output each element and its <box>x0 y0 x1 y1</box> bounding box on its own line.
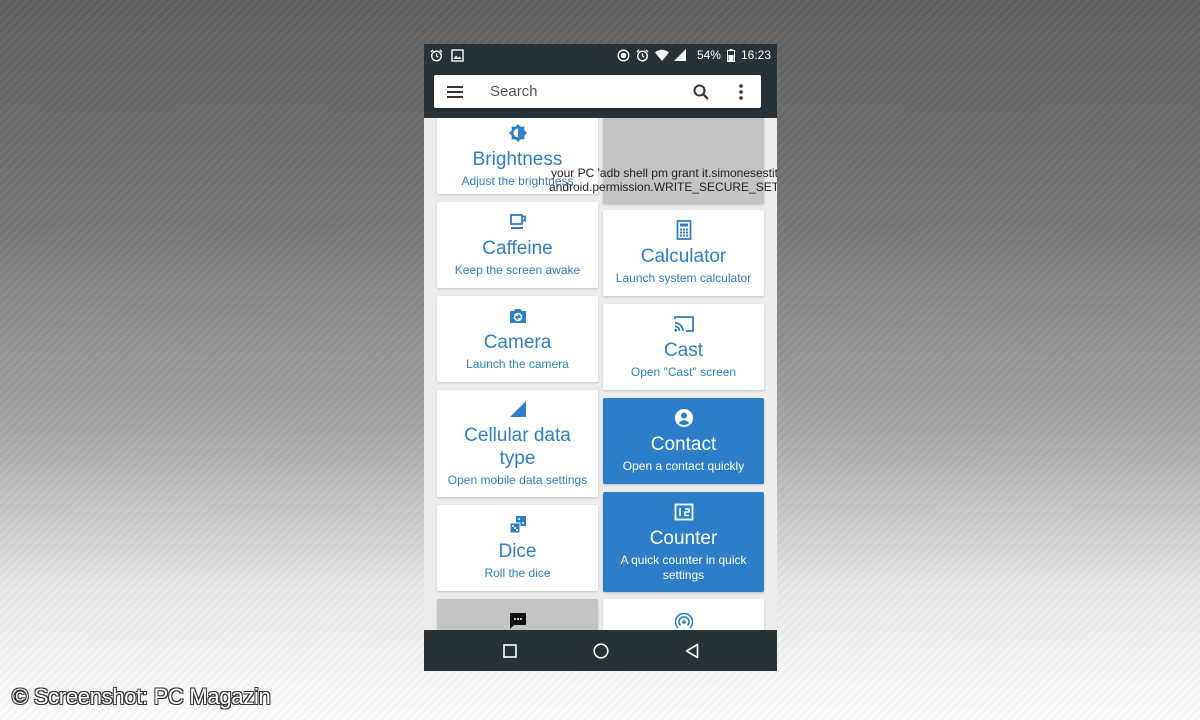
wifi-icon <box>654 49 669 62</box>
tile-message-partial[interactable] <box>437 599 598 630</box>
clock: 16:23 <box>740 48 771 62</box>
tile-permission-required[interactable]: your PC 'adb shell pm grant it.simoneses… <box>549 118 777 204</box>
tile-dice[interactable]: Dice Roll the dice <box>437 505 598 591</box>
tile-subtitle: Open mobile data settings <box>447 473 588 487</box>
phone-screen: 54% 16:23 Search Brightness Adjust the b… <box>424 44 777 671</box>
calculator-icon <box>674 220 694 240</box>
counter-icon <box>674 502 694 522</box>
dice-icon <box>508 515 528 535</box>
search-input[interactable]: Search <box>476 83 681 100</box>
battery-percent: 54% <box>696 48 721 62</box>
image-icon <box>451 48 464 62</box>
tile-subtitle: Open a contact quickly <box>622 459 745 473</box>
tile-title: Counter <box>649 527 718 549</box>
tile-hotspot-partial[interactable] <box>603 599 764 630</box>
tile-title: Dice <box>498 541 537 562</box>
brightness-icon <box>508 123 528 143</box>
tile-subtitle: A quick counter in quick settings <box>620 552 747 582</box>
tile-contact[interactable]: Contact Open a contact quickly <box>603 398 764 484</box>
tiles-grid: Brightness Adjust the brightness Caffein… <box>424 118 777 630</box>
image-credit: © Screenshot: PC Magazin <box>12 684 271 709</box>
tile-subtitle: Launch the camera <box>466 357 569 371</box>
tile-cast[interactable]: Cast Open "Cast" screen <box>603 304 764 390</box>
more-vert-icon[interactable] <box>721 75 761 108</box>
cast-icon <box>673 314 694 334</box>
recents-square-icon[interactable] <box>490 631 530 671</box>
alarm-icon <box>430 49 443 62</box>
hamburger-menu-icon[interactable] <box>434 75 476 108</box>
battery-icon <box>726 48 735 62</box>
signal-triangle-icon <box>508 399 528 419</box>
tile-caffeine[interactable]: Caffeine Keep the screen awake <box>437 202 598 288</box>
coffee-cup-icon <box>508 212 528 232</box>
system-nav-bar <box>424 630 777 671</box>
status-bar: 54% 16:23 <box>424 44 777 66</box>
tile-subtitle: Launch system calculator <box>615 271 752 285</box>
hotspot-icon <box>674 612 694 630</box>
permission-message: your PC 'adb shell pm grant it.simoneses… <box>548 166 777 194</box>
back-triangle-icon[interactable] <box>672 631 712 671</box>
app-toolbar: Search <box>424 66 777 118</box>
tile-title: Camera <box>483 332 552 353</box>
camera-icon <box>508 306 528 326</box>
tile-cellular-data-type[interactable]: Cellular data type Open mobile data sett… <box>437 390 598 497</box>
tile-title: Calculator <box>640 246 727 267</box>
tile-title: Caffeine <box>482 238 553 259</box>
record-icon <box>617 49 630 62</box>
tile-title: Contact <box>650 434 717 455</box>
search-bar[interactable]: Search <box>434 75 761 108</box>
tile-subtitle: Open "Cast" screen <box>630 365 737 379</box>
tile-counter[interactable]: Counter A quick counter in quick setting… <box>603 492 764 592</box>
search-icon[interactable] <box>681 75 721 108</box>
tile-subtitle: Roll the dice <box>484 566 551 580</box>
home-circle-icon[interactable] <box>581 631 621 671</box>
account-circle-icon <box>674 408 694 428</box>
signal-icon <box>673 48 687 62</box>
tile-subtitle: Keep the screen awake <box>454 263 581 277</box>
alarm-icon <box>636 49 649 62</box>
tile-calculator[interactable]: Calculator Launch system calculator <box>603 210 764 296</box>
tile-title: Cast <box>663 340 704 361</box>
message-icon <box>508 611 528 630</box>
tile-title: Cellular data type <box>464 425 571 469</box>
tile-camera[interactable]: Camera Launch the camera <box>437 296 598 382</box>
